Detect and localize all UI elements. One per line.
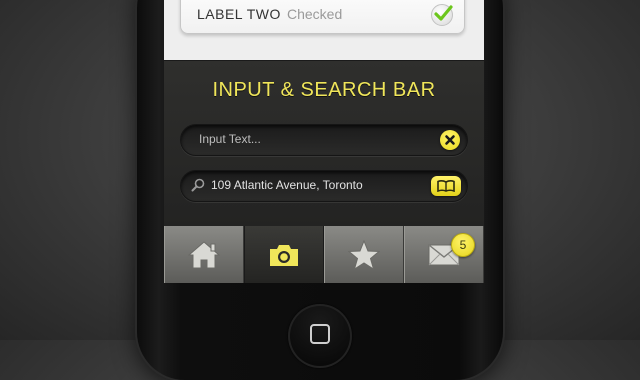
list-item-label: LABEL TWO [197, 6, 281, 22]
tab-mail[interactable]: 5 [404, 226, 484, 283]
app-screen: LABEL TWO Checked INPUT & SEARCH BAR Inp… [164, 0, 484, 283]
search-input[interactable] [211, 171, 421, 199]
camera-icon [270, 244, 298, 266]
home-button-square-icon [310, 324, 330, 344]
list-item-value: Checked [287, 6, 343, 22]
address-book-icon[interactable] [431, 176, 461, 196]
magnifier-icon [191, 178, 205, 197]
section-title: INPUT & SEARCH BAR [212, 79, 436, 101]
text-input-field[interactable] [180, 124, 468, 156]
list-item-label-two[interactable]: LABEL TWO Checked [180, 0, 465, 34]
checkmark-icon[interactable] [431, 4, 453, 26]
search-bar[interactable] [180, 170, 468, 202]
tab-favorites[interactable] [324, 226, 404, 283]
home-icon [187, 240, 221, 268]
tab-camera[interactable] [244, 226, 324, 283]
tab-home[interactable] [164, 226, 244, 283]
tab-bar: 5 [164, 226, 484, 283]
text-input[interactable] [199, 125, 429, 153]
list-area: LABEL TWO Checked [164, 0, 484, 60]
home-hardware-button[interactable] [288, 304, 352, 368]
mail-count-badge: 5 [451, 233, 475, 257]
star-icon [348, 239, 380, 270]
clear-x-icon[interactable] [440, 130, 460, 150]
